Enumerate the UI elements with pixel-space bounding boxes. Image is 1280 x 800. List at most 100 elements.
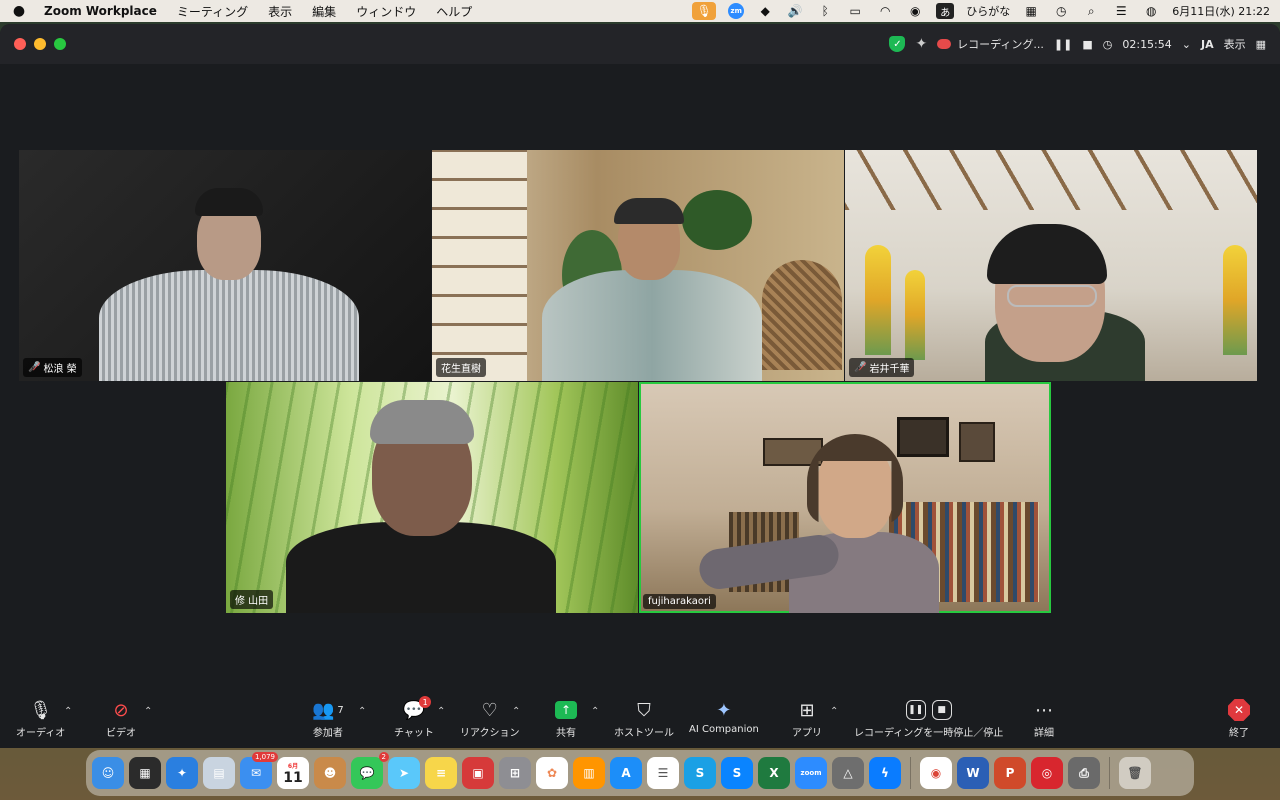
audio-button[interactable]: 🎙 オーディオ xyxy=(16,696,66,740)
finder-icon[interactable]: ☺ xyxy=(92,757,124,789)
recording-indicator[interactable]: レコーディング... xyxy=(937,36,1044,52)
video-options-chevron-icon[interactable]: ⌃ xyxy=(144,706,152,717)
share-options-chevron-icon[interactable]: ⌃ xyxy=(591,706,599,717)
printer-icon[interactable]: ⎙ xyxy=(1068,757,1100,789)
trash-icon[interactable]: 🗑 xyxy=(1119,757,1151,789)
input-method-icon[interactable]: あ xyxy=(936,3,955,19)
participants-button[interactable]: 👥 7 参加者 xyxy=(312,696,344,740)
preview-icon[interactable]: ▤ xyxy=(203,757,235,789)
messages-icon[interactable]: 💬 2 xyxy=(351,752,389,789)
reactions-button[interactable]: ♡ リアクション xyxy=(460,696,520,740)
maps-icon[interactable]: ➤ xyxy=(388,757,420,789)
menu-help[interactable]: ヘルプ xyxy=(436,3,472,20)
chevron-down-icon[interactable]: ⌄ xyxy=(1182,38,1191,51)
microphone-icon: 🎙 xyxy=(29,699,53,721)
control-center-icon[interactable]: ☰ xyxy=(1112,3,1130,19)
menu-meeting[interactable]: ミーティング xyxy=(177,3,248,20)
menu-window[interactable]: ウィンドウ xyxy=(356,3,416,20)
dropbox-icon[interactable]: ◆ xyxy=(756,3,774,19)
pause-recording-icon[interactable]: ❚❚ xyxy=(1054,38,1072,51)
more-button[interactable]: ⋯ 詳細 xyxy=(1034,696,1054,740)
apps-options-chevron-icon[interactable]: ⌃ xyxy=(830,706,838,717)
stop-recording-icon[interactable]: ■ xyxy=(1082,38,1092,51)
apps-icon: ⊞ xyxy=(799,699,815,721)
battery-icon[interactable]: ▭ xyxy=(846,3,864,19)
input-method-label[interactable]: ひらがな xyxy=(966,3,1010,19)
view-button[interactable]: 表示 xyxy=(1224,36,1246,52)
chat-options-chevron-icon[interactable]: ⌃ xyxy=(437,706,445,717)
menu-app-name[interactable]: Zoom Workplace xyxy=(44,4,157,18)
muted-mic-icon: 🎤̸ xyxy=(28,362,41,373)
host-tools-button[interactable]: ⛉ ホストツール xyxy=(614,696,674,740)
clock-icon: ◷ xyxy=(1102,37,1113,51)
menu-view[interactable]: 表示 xyxy=(268,3,292,20)
video-label: ビデオ xyxy=(106,728,136,739)
participants-options-chevron-icon[interactable]: ⌃ xyxy=(358,706,366,717)
language-interpretation[interactable]: JA xyxy=(1201,38,1214,51)
contacts-icon[interactable]: ☻ xyxy=(314,757,346,789)
safari-icon[interactable]: ✦ xyxy=(166,757,198,789)
ai-companion-button[interactable]: ✦ AI Companion xyxy=(689,696,759,736)
dock-separator xyxy=(1109,757,1110,789)
app-store-icon[interactable]: A xyxy=(610,757,642,789)
video-tile-1[interactable]: 🎤̸ 松浪 榮 xyxy=(19,150,431,381)
mail-icon[interactable]: ✉ 1,079 xyxy=(240,752,278,789)
host-shield-icon: ⛉ xyxy=(637,699,651,721)
video-tile-2[interactable]: 花生直樹 xyxy=(432,150,844,381)
audio-label: オーディオ xyxy=(16,728,66,739)
bluetooth-icon[interactable]: ᛒ xyxy=(816,3,834,19)
pause-icon[interactable]: ❚❚ xyxy=(905,700,926,720)
photos-icon[interactable]: ✿ xyxy=(536,757,568,789)
app-switcher-icon[interactable]: ▦ xyxy=(129,757,161,789)
apps-label: アプリ xyxy=(792,728,822,739)
participants-label: 参加者 xyxy=(312,728,343,739)
menu-clock[interactable]: 6月11日(水) 21:22 xyxy=(1172,3,1270,19)
participant-name: 松浪 榮 xyxy=(43,364,77,375)
wifi-icon[interactable]: ◠ xyxy=(876,3,894,19)
zoom-status-icon[interactable]: zm xyxy=(728,3,745,19)
stop-icon[interactable]: ■ xyxy=(931,700,952,720)
time-machine-icon[interactable]: ◷ xyxy=(1052,3,1070,19)
video-button[interactable]: ⊘ ビデオ xyxy=(106,696,136,740)
spotlight-search-icon[interactable]: ⌕ xyxy=(1082,3,1100,19)
reactions-options-chevron-icon[interactable]: ⌃ xyxy=(512,706,520,717)
photo-booth-icon[interactable]: ▣ xyxy=(462,757,494,789)
chat-button[interactable]: 💬 1 チャット xyxy=(394,696,434,739)
close-window-button[interactable] xyxy=(14,38,26,50)
apple-icon[interactable]: ● xyxy=(10,3,28,19)
chrome-icon[interactable]: ◉ xyxy=(920,757,952,789)
books-icon[interactable]: ▥ xyxy=(573,757,605,789)
messenger-icon[interactable]: ϟ xyxy=(869,757,901,789)
excel-icon[interactable]: X xyxy=(758,757,790,789)
keyboard-icon[interactable]: ▦ xyxy=(1022,3,1040,19)
reminders-icon[interactable]: ☰ xyxy=(647,757,679,789)
share-button[interactable]: ↑ 共有 xyxy=(555,696,577,739)
skype-business-icon[interactable]: S xyxy=(721,757,753,789)
microphone-status-icon[interactable]: 🎙 xyxy=(692,2,717,20)
menu-edit[interactable]: 編集 xyxy=(312,3,336,20)
google-drive-icon[interactable]: △ xyxy=(832,757,864,789)
zoom-app-icon[interactable]: zoom xyxy=(795,757,827,789)
siri-icon[interactable]: ◍ xyxy=(1142,3,1160,19)
minimize-window-button[interactable] xyxy=(34,38,46,50)
recording-control-button[interactable]: ❚❚ ■ レコーディングを一時停止／停止 xyxy=(854,696,1003,739)
end-meeting-button[interactable]: ✕ 終了 xyxy=(1228,696,1250,739)
launchpad-icon[interactable]: ⊞ xyxy=(499,757,531,789)
video-tile-3[interactable]: 🎤̸ 岩井千華 xyxy=(845,150,1257,381)
apps-button[interactable]: ⊞ アプリ xyxy=(792,696,822,740)
ai-sparkle-icon[interactable]: ✦ xyxy=(915,36,927,52)
video-tile-5-active-speaker[interactable]: fujiharakaori xyxy=(639,382,1051,613)
powerpoint-icon[interactable]: P xyxy=(994,757,1026,789)
trend-micro-icon[interactable]: ◎ xyxy=(1031,757,1063,789)
skype-icon[interactable]: S xyxy=(684,757,716,789)
audio-options-chevron-icon[interactable]: ⌃ xyxy=(64,706,72,717)
video-tile-4[interactable]: 修 山田 xyxy=(226,382,638,613)
notes-icon[interactable]: ≡ xyxy=(425,757,457,789)
maximize-window-button[interactable] xyxy=(54,38,66,50)
security-shield-icon[interactable]: ✓ xyxy=(889,36,906,52)
user-account-icon[interactable]: ◉ xyxy=(906,3,924,19)
calendar-icon[interactable]: 6月 11 xyxy=(277,757,309,789)
word-icon[interactable]: W xyxy=(957,757,989,789)
volume-icon[interactable]: 🔊 xyxy=(786,3,804,19)
view-grid-icon[interactable]: ▦ xyxy=(1256,38,1266,51)
